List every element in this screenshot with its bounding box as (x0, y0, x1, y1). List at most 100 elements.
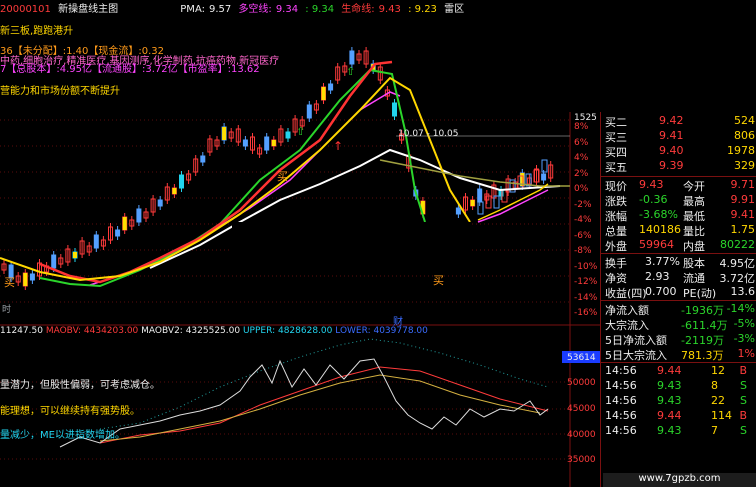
fund-value: 0.700 (645, 285, 677, 298)
fund-row[interactable]: 净资 2.93 流通 3.72亿 (601, 270, 756, 285)
tick-time: 14:56 (605, 394, 637, 407)
candle-body (73, 252, 77, 258)
flow-label: 大宗流入 (605, 319, 649, 332)
flow-value: -1936万 (681, 304, 724, 317)
axis-tick-label: 6% (574, 137, 589, 148)
candle-body (264, 136, 270, 151)
buy-signal-1: 买 (4, 276, 15, 289)
buy-signal-3: 买 (433, 274, 444, 287)
fund-row[interactable]: 收益(四) 0.700 PE(动) 13.6 (601, 285, 756, 300)
tick-side: S (740, 379, 747, 392)
fund-row[interactable]: 换手 3.77% 股本 4.95亿 (601, 255, 756, 270)
bid-row[interactable]: 买五 9.39 329 (601, 159, 756, 174)
stat-label: 外盘 (605, 240, 627, 253)
flow-pct: 1% (737, 347, 755, 360)
stat-value: 1.75 (730, 223, 756, 236)
fund-label: 换手 (605, 257, 627, 270)
axis-tick-label: -14% (574, 292, 598, 303)
range-label: 10.07 - 10.05 (398, 129, 459, 139)
stat-row[interactable]: 外盘 59964 内盘 80222 (601, 238, 756, 253)
obv-lines (59, 338, 549, 448)
axis-tick-label: 2% (574, 168, 589, 179)
flow-row[interactable]: 5日净流入额 -2119万 -3% (601, 332, 756, 347)
flow-row[interactable]: 5日大宗流入 781.3万 1% (601, 347, 756, 362)
osc-axis-label: 35000 (567, 455, 596, 465)
time-marker: 时 (2, 305, 12, 315)
stat-value: -3.68% (639, 208, 678, 221)
stat-value: 9.71 (730, 178, 756, 191)
divider (601, 253, 756, 254)
stat-value: 80222 (720, 238, 755, 251)
axis-tick-label: -16% (574, 308, 598, 318)
fund-label: 收益(四) (605, 287, 647, 300)
tick-row[interactable]: 14:56 9.44 114 B (601, 409, 756, 424)
up-arrow-icon: ↑ (333, 139, 343, 153)
quote-panel: 买二 9.42 524 买三 9.41 806 买四 9.40 1978 买五 9.39 329 现价 9… (600, 112, 756, 487)
stat-label: 现价 (605, 180, 627, 193)
tick-volume: 12 (711, 364, 725, 377)
axis-tick-label: 0% (574, 184, 589, 194)
candle-body (93, 234, 99, 249)
candle-body (242, 139, 248, 147)
tick-row[interactable]: 14:56 9.43 22 S (601, 394, 756, 409)
stat-value: 9.41 (730, 208, 756, 221)
fund-label: 流通 (683, 272, 705, 285)
osc-note-2: 能理想，可以继续持有强势股。 (0, 406, 140, 417)
stat-value: 9.43 (639, 178, 664, 191)
stat-row[interactable]: 现价 9.43 今开 9.71 (601, 178, 756, 193)
stat-label: 总量 (605, 225, 627, 238)
candle-body (179, 174, 184, 189)
stat-label: 今开 (683, 180, 705, 193)
up-arrow-outline-icon: ⇧ (296, 125, 305, 138)
candle-body (157, 199, 163, 207)
stat-row[interactable]: 涨幅 -3.68% 最低 9.41 (601, 208, 756, 223)
stat-row[interactable]: 涨跌 -0.36 最高 9.91 (601, 193, 756, 208)
osc-note-3: 量减少，ME以进指数增加。 (0, 430, 125, 441)
tick-row[interactable]: 14:56 9.44 12 B (601, 364, 756, 379)
flow-label: 5日大宗流入 (605, 349, 667, 362)
price-grid (0, 119, 570, 303)
candle-body (285, 131, 291, 139)
tick-time: 14:56 (605, 379, 637, 392)
bid-row[interactable]: 买四 9.40 1978 (601, 144, 756, 159)
bid-price: 9.41 (659, 129, 684, 142)
note-concept: 新三板,跑跑港升 (0, 26, 74, 37)
tick-row[interactable]: 14:56 9.43 7 S (601, 424, 756, 439)
flow-row[interactable]: 净流入额 -1936万 -14% (601, 302, 756, 317)
axis-tick-label: -12% (574, 277, 598, 287)
flow-label: 净流入额 (605, 304, 649, 317)
flow-row[interactable]: 大宗流入 -611.4万 -5% (601, 317, 756, 332)
tick-row[interactable]: 14:56 9.43 8 S (601, 379, 756, 394)
divider (601, 300, 756, 301)
stat-label: 量比 (683, 225, 705, 238)
candle-body (541, 159, 548, 173)
axis-tick-label: 8% (574, 122, 589, 132)
tick-price: 9.44 (657, 409, 682, 422)
bid-volume: 524 (734, 114, 755, 127)
bid-label: 买二 (605, 116, 627, 129)
divider (601, 362, 756, 363)
candle-body (306, 104, 312, 119)
bid-row[interactable]: 买二 9.42 524 (601, 114, 756, 129)
fund-value: 3.72亿 (719, 272, 756, 285)
masked-region (232, 222, 472, 262)
stat-value: 59964 (639, 238, 674, 251)
note-ability: 营能力和市场份额不断提升 (0, 86, 120, 97)
flow-pct: -14% (726, 302, 755, 315)
tick-volume: 8 (711, 379, 718, 392)
bid-volume: 806 (734, 129, 755, 142)
candle-body (200, 155, 206, 163)
divider (601, 176, 756, 177)
bid-row[interactable]: 买三 9.41 806 (601, 129, 756, 144)
stat-row[interactable]: 总量 140186 量比 1.75 (601, 223, 756, 238)
buy-signal-2: 买 (277, 170, 288, 183)
osc-axis-label: 40000 (567, 430, 596, 440)
flow-pct: -3% (733, 332, 755, 345)
stat-label: 最高 (683, 195, 705, 208)
fund-label: 股本 (683, 257, 705, 270)
fund-label: PE(动) (683, 287, 717, 300)
candle-body (172, 188, 177, 194)
axis-tick-label: 4% (574, 153, 589, 163)
candle-body (271, 140, 276, 146)
tick-price: 9.43 (657, 394, 682, 407)
